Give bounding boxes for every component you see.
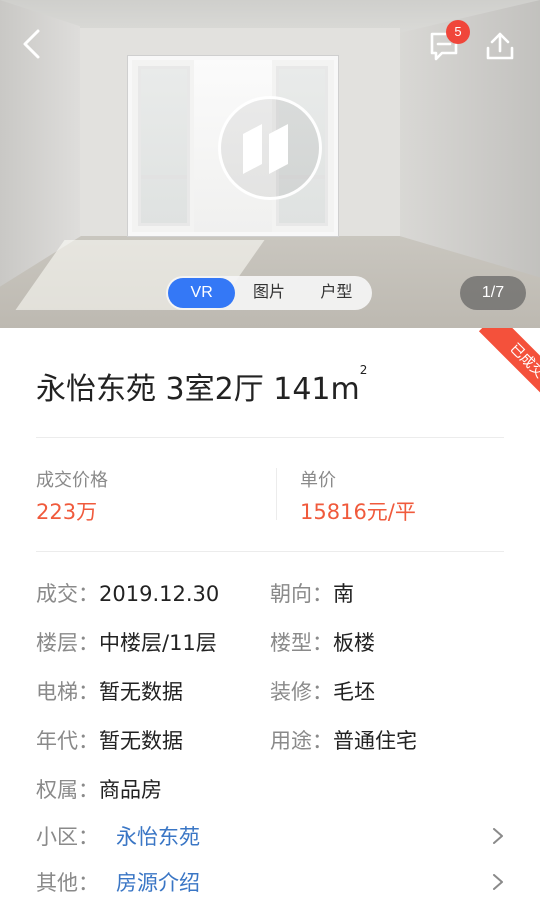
photo-door-pane-left (138, 66, 190, 226)
detail-floor: 楼层：中楼层/11层 (36, 627, 217, 657)
detail-elevator: 电梯：暂无数据 (36, 676, 183, 706)
detail-value: 中楼层/11层 (99, 631, 217, 655)
detail-value: 暂无数据 (99, 680, 183, 704)
detail-ownership: 权属：商品房 (36, 774, 162, 804)
listing-title-sup: 2 (359, 363, 368, 377)
sold-ribbon-label: 已成交 (478, 328, 540, 400)
detail-value: 暂无数据 (99, 729, 183, 753)
back-button[interactable] (14, 26, 50, 62)
tab-floorplan[interactable]: 户型 (303, 278, 370, 308)
detail-key: 年代： (36, 729, 99, 753)
chevron-right-icon (493, 828, 503, 844)
sold-ribbon: 已成交 (468, 328, 540, 400)
deal-price-label: 成交价格 (36, 470, 108, 491)
detail-decoration: 装修：毛坯 (270, 676, 375, 706)
share-icon (486, 32, 514, 60)
detail-key: 用途： (270, 729, 333, 753)
detail-year: 年代：暂无数据 (36, 725, 183, 755)
detail-orientation: 朝向：南 (270, 578, 354, 608)
back-arrow-icon (23, 29, 40, 59)
unit-price-value: 15816元/平 (300, 500, 416, 524)
deal-price-value: 223万 (36, 500, 98, 524)
community-link-row[interactable]: 小区： 永怡东苑 (36, 818, 506, 854)
detail-value: 板楼 (333, 631, 375, 655)
vr-icon (243, 124, 288, 174)
detail-value: 普通住宅 (333, 729, 417, 753)
detail-usage: 用途：普通住宅 (270, 725, 417, 755)
detail-key: 楼层： (36, 631, 99, 655)
detail-key: 装修： (270, 680, 333, 704)
vr-play-button[interactable] (218, 96, 322, 200)
message-badge: 5 (446, 20, 470, 44)
listing-title: 永怡东苑 3室2厅 141m2 (36, 363, 368, 408)
price-separator (276, 468, 277, 520)
other-key: 其他： (36, 871, 99, 895)
detail-key: 权属： (36, 778, 99, 802)
detail-key: 电梯： (36, 680, 99, 704)
photo-counter: 1/7 (460, 276, 526, 310)
detail-value: 南 (333, 582, 354, 606)
media-tab-bar: VR 图片 户型 (166, 276, 372, 310)
detail-key: 楼型： (270, 631, 333, 655)
detail-key: 朝向： (270, 582, 333, 606)
unit-price-label: 单价 (300, 470, 336, 491)
detail-value: 毛坯 (333, 680, 375, 704)
detail-value: 2019.12.30 (99, 582, 220, 606)
chevron-right-icon (493, 874, 503, 890)
listing-title-text: 永怡东苑 3室2厅 141m (36, 372, 360, 407)
divider (36, 551, 504, 552)
detail-key: 成交： (36, 582, 99, 606)
share-button[interactable] (480, 26, 520, 66)
listing-intro-link[interactable]: 房源介绍 (116, 867, 490, 897)
community-key: 小区： (36, 825, 99, 849)
detail-value: 商品房 (99, 778, 162, 802)
detail-deal-date: 成交：2019.12.30 (36, 578, 219, 608)
tab-vr[interactable]: VR (168, 278, 236, 308)
tab-photos[interactable]: 图片 (235, 278, 302, 308)
other-link-row[interactable]: 其他： 房源介绍 (36, 864, 506, 900)
detail-building-type: 楼型：板楼 (270, 627, 375, 657)
divider (36, 437, 504, 438)
community-link[interactable]: 永怡东苑 (116, 821, 490, 851)
